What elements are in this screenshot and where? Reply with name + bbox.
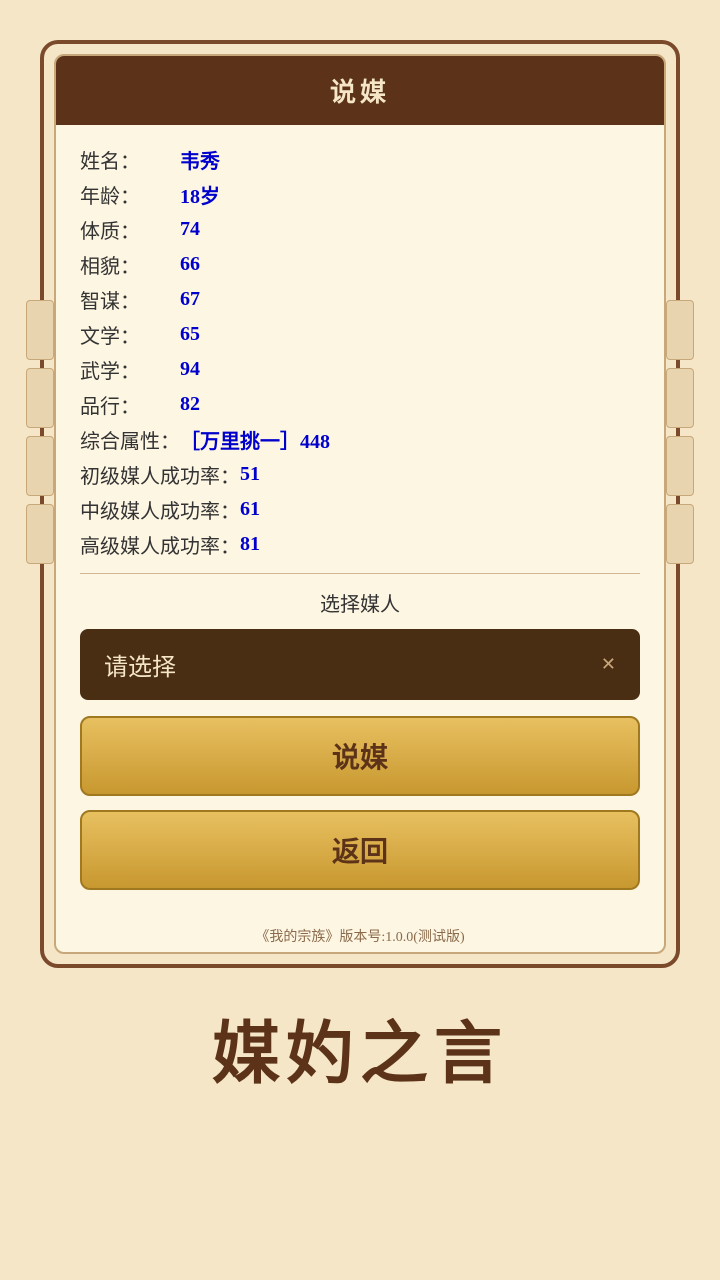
info-beginner-row: 初级媒人成功率： 51 <box>80 460 640 489</box>
side-tab-r4 <box>666 504 694 564</box>
select-label: 选择媒人 <box>80 588 640 617</box>
info-conduct-row: 品行： 82 <box>80 390 640 419</box>
side-tab-4 <box>26 504 54 564</box>
name-value: 韦秀 <box>180 145 220 174</box>
info-advanced-row: 高级媒人成功率： 81 <box>80 530 640 559</box>
literature-label: 文学： <box>80 320 180 349</box>
version-footer: 《我的宗族》版本号:1.0.0(测试版) <box>56 920 664 952</box>
side-tab-r2 <box>666 368 694 428</box>
info-wisdom-row: 智谋： 67 <box>80 285 640 314</box>
info-age-row: 年龄： 18岁 <box>80 180 640 209</box>
age-value: 18岁 <box>180 180 220 209</box>
bottom-title: 媒妁之言 <box>212 998 508 1097</box>
outer-frame: 说媒 姓名： 韦秀 年龄： 18岁 体质： 74 相貌： 66 智谋： <box>40 40 680 968</box>
mid-value: 61 <box>240 498 260 521</box>
side-tabs-left <box>26 300 54 564</box>
matchmaker-select-button[interactable]: 请选择 ✕ <box>80 629 640 700</box>
advanced-value: 81 <box>240 533 260 556</box>
appearance-value: 66 <box>180 253 200 276</box>
inner-card: 说媒 姓名： 韦秀 年龄： 18岁 体质： 74 相貌： 66 智谋： <box>54 54 666 954</box>
composite-label: 综合属性： <box>80 425 180 454</box>
side-tab-1 <box>26 300 54 360</box>
mid-label: 中级媒人成功率： <box>80 495 240 524</box>
side-tabs-right <box>666 300 694 564</box>
beginner-value: 51 <box>240 463 260 486</box>
divider-1 <box>80 573 640 574</box>
conduct-label: 品行： <box>80 390 180 419</box>
appearance-label: 相貌： <box>80 250 180 279</box>
wisdom-label: 智谋： <box>80 285 180 314</box>
martial-value: 94 <box>180 358 200 381</box>
age-label: 年龄： <box>80 180 180 209</box>
wisdom-value: 67 <box>180 288 200 311</box>
info-composite-row: 综合属性： ［万里挑一］448 <box>80 425 640 454</box>
info-appearance-row: 相貌： 66 <box>80 250 640 279</box>
side-tab-r3 <box>666 436 694 496</box>
select-placeholder: 请选择 <box>104 647 176 682</box>
side-tab-r1 <box>666 300 694 360</box>
dialog-header: 说媒 <box>56 56 664 125</box>
literature-value: 65 <box>180 323 200 346</box>
card-body: 姓名： 韦秀 年龄： 18岁 体质： 74 相貌： 66 智谋： 67 文学： … <box>56 125 664 910</box>
matchmake-button[interactable]: 说媒 <box>80 716 640 796</box>
info-name-row: 姓名： 韦秀 <box>80 145 640 174</box>
info-mid-row: 中级媒人成功率： 61 <box>80 495 640 524</box>
name-label: 姓名： <box>80 145 180 174</box>
side-tab-3 <box>26 436 54 496</box>
constitution-label: 体质： <box>80 215 180 244</box>
dropdown-arrow-icon: ✕ <box>601 654 616 675</box>
info-constitution-row: 体质： 74 <box>80 215 640 244</box>
back-button[interactable]: 返回 <box>80 810 640 890</box>
advanced-label: 高级媒人成功率： <box>80 530 240 559</box>
conduct-value: 82 <box>180 393 200 416</box>
composite-value: ［万里挑一］448 <box>180 425 330 454</box>
side-tab-2 <box>26 368 54 428</box>
info-martial-row: 武学： 94 <box>80 355 640 384</box>
dialog-title: 说媒 <box>330 78 390 107</box>
martial-label: 武学： <box>80 355 180 384</box>
constitution-value: 74 <box>180 218 200 241</box>
info-literature-row: 文学： 65 <box>80 320 640 349</box>
beginner-label: 初级媒人成功率： <box>80 460 240 489</box>
